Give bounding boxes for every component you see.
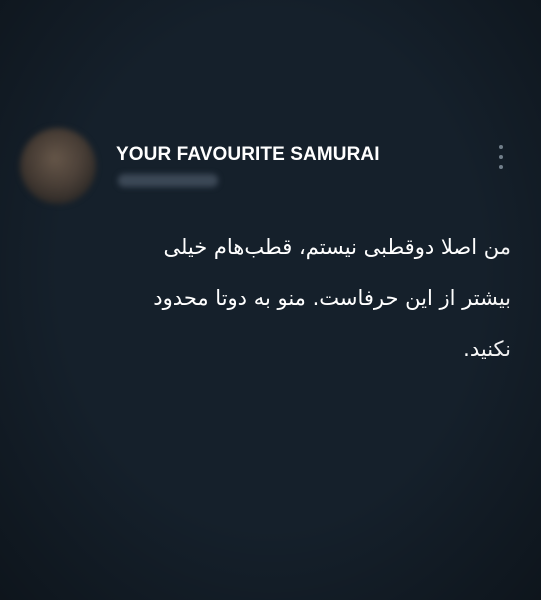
more-dot bbox=[499, 145, 503, 149]
display-name[interactable]: YOUR FAVOURITE SAMURAI bbox=[116, 144, 380, 166]
tweet-card[interactable]: YOUR FAVOURITE SAMURAI من اصلا دوقطبی نی… bbox=[0, 0, 541, 600]
avatar[interactable] bbox=[20, 128, 96, 204]
more-dot bbox=[499, 165, 503, 169]
more-dot bbox=[499, 155, 503, 159]
more-options-icon[interactable] bbox=[490, 142, 512, 172]
handle-redacted bbox=[118, 174, 218, 187]
tweet-text: من اصلا دوقطبی نیستم، قطب‌هام خیلی بیشتر… bbox=[153, 235, 511, 361]
